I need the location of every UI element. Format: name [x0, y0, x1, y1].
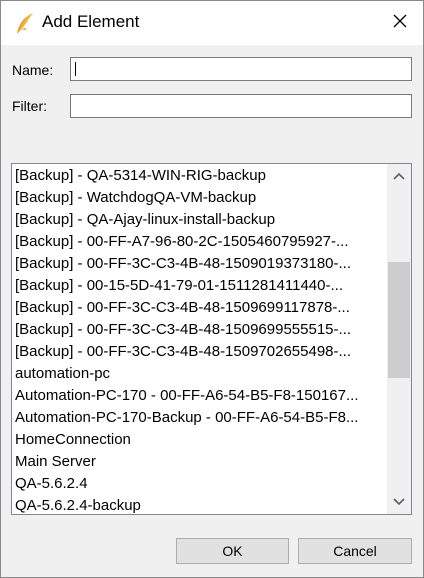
element-listbox[interactable]: [Backup] - QA-5314-WIN-RIG-backup [Backup…: [11, 163, 412, 515]
element-list: [Backup] - QA-5314-WIN-RIG-backup [Backup…: [15, 165, 387, 514]
list-item[interactable]: [Backup] - QA-5314-WIN-RIG-backup: [15, 165, 387, 187]
list-item[interactable]: [Backup] - QA-Ajay-linux-install-backup: [15, 209, 387, 231]
list-item[interactable]: Automation-PC-170 - 00-FF-A6-54-B5-F8-15…: [15, 385, 387, 407]
title-bar: Add Element: [1, 1, 423, 45]
list-item[interactable]: Main Server: [15, 451, 387, 473]
list-item[interactable]: QA-5.6.2.4-backup: [15, 495, 387, 514]
scroll-thumb[interactable]: [388, 262, 410, 378]
list-item[interactable]: [Backup] - 00-FF-3C-C3-4B-48-15096991178…: [15, 297, 387, 319]
list-item[interactable]: [Backup] - WatchdogQA-VM-backup: [15, 187, 387, 209]
window-title: Add Element: [42, 12, 140, 31]
list-item[interactable]: [Backup] - 00-FF-3C-C3-4B-48-15096995555…: [15, 319, 387, 341]
add-element-dialog: Add Element Name: Filter: [Backup] - QA-…: [0, 0, 424, 578]
chevron-down-icon: [393, 493, 405, 511]
vertical-scrollbar[interactable]: [387, 164, 411, 514]
list-item[interactable]: [Backup] - 00-FF-3C-C3-4B-48-15090193731…: [15, 253, 387, 275]
list-item[interactable]: [Backup] - 00-FF-A7-96-80-2C-15054607959…: [15, 231, 387, 253]
close-icon: [392, 13, 408, 34]
chevron-up-icon: [393, 167, 405, 185]
feather-icon: [15, 12, 35, 34]
list-item[interactable]: [Backup] - 00-FF-3C-C3-4B-48-15097026554…: [15, 341, 387, 363]
scroll-down-button[interactable]: [387, 490, 411, 514]
filter-label: Filter:: [12, 98, 47, 114]
filter-input[interactable]: [70, 94, 412, 118]
list-item[interactable]: Automation-PC-170-Backup - 00-FF-A6-54-B…: [15, 407, 387, 429]
list-item[interactable]: [Backup] - 00-15-5D-41-79-01-15112814114…: [15, 275, 387, 297]
scroll-up-button[interactable]: [387, 164, 411, 188]
text-caret: [75, 62, 76, 76]
list-item[interactable]: automation-pc: [15, 363, 387, 385]
name-label: Name:: [12, 62, 54, 78]
name-input[interactable]: [70, 57, 412, 81]
cancel-button[interactable]: Cancel: [298, 538, 412, 564]
close-button[interactable]: [377, 1, 423, 45]
ok-button[interactable]: OK: [176, 538, 289, 564]
list-item[interactable]: QA-5.6.2.4: [15, 473, 387, 495]
list-item[interactable]: HomeConnection: [15, 429, 387, 451]
